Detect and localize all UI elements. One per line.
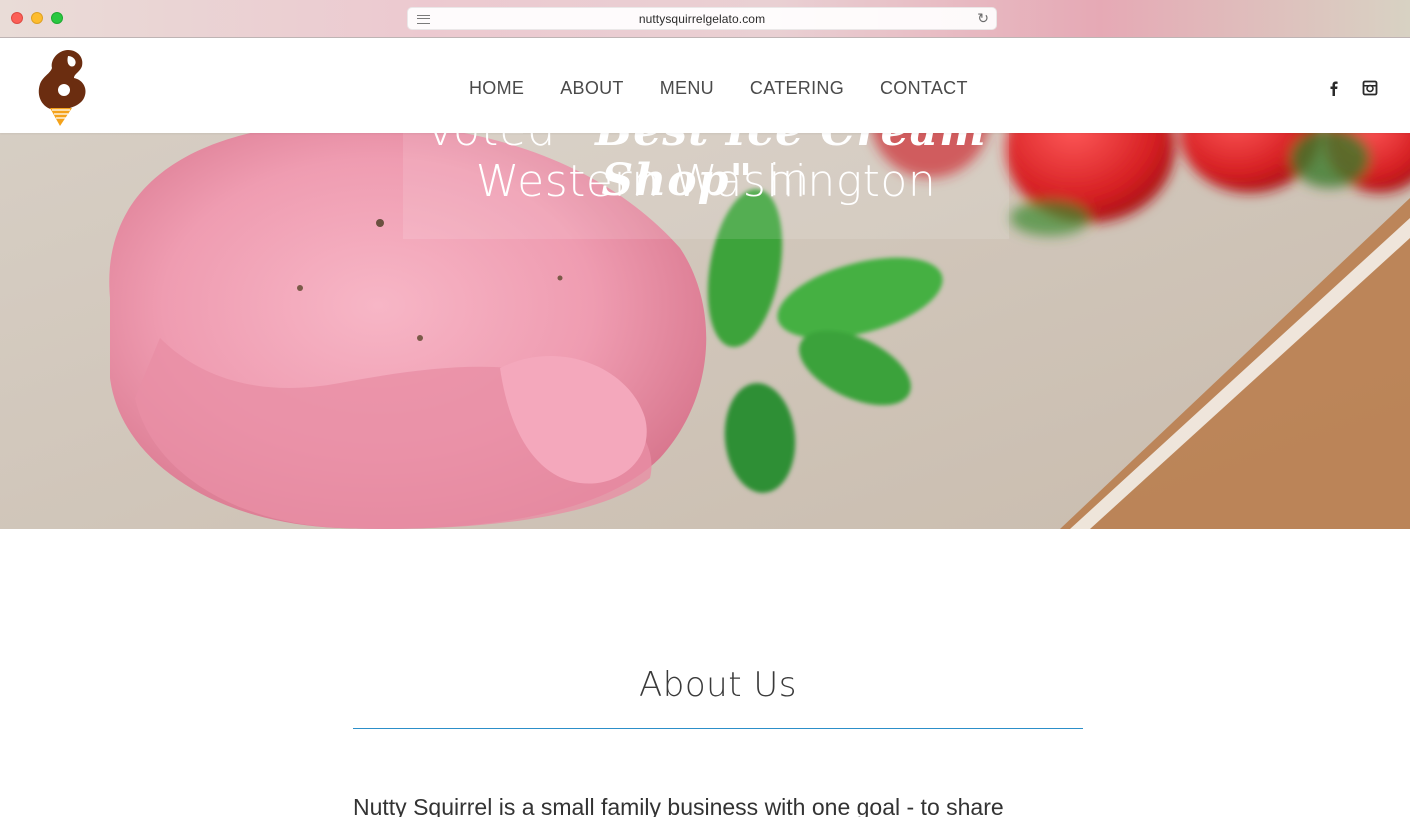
about-divider xyxy=(353,728,1083,729)
hero-headline-line2: Western Washington xyxy=(475,156,937,207)
window-minimize-button[interactable] xyxy=(31,12,43,24)
main-nav: HOME ABOUT MENU CATERING CONTACT xyxy=(469,78,968,99)
nav-contact[interactable]: CONTACT xyxy=(880,78,968,99)
browser-toolbar: nuttysquirrelgelato.com ↻ xyxy=(0,0,1410,38)
url-text[interactable]: nuttysquirrelgelato.com xyxy=(639,12,765,26)
site-header: HOME ABOUT MENU CATERING CONTACT xyxy=(0,38,1410,133)
nav-home[interactable]: HOME xyxy=(469,78,524,99)
window-zoom-button[interactable] xyxy=(51,12,63,24)
address-bar[interactable]: nuttysquirrelgelato.com ↻ xyxy=(407,7,997,30)
nav-about[interactable]: ABOUT xyxy=(560,78,624,99)
reader-view-icon[interactable] xyxy=(417,15,430,24)
about-intro-text: Nutty Squirrel is a small family busines… xyxy=(353,794,1004,817)
facebook-icon[interactable] xyxy=(1326,80,1342,96)
about-heading: About Us xyxy=(639,665,797,705)
nav-catering[interactable]: CATERING xyxy=(750,78,844,99)
nav-menu[interactable]: MENU xyxy=(660,78,714,99)
reload-icon[interactable]: ↻ xyxy=(977,12,989,26)
window-close-button[interactable] xyxy=(11,12,23,24)
instagram-icon[interactable] xyxy=(1362,80,1378,96)
squirrel-cone-logo[interactable] xyxy=(34,48,88,126)
